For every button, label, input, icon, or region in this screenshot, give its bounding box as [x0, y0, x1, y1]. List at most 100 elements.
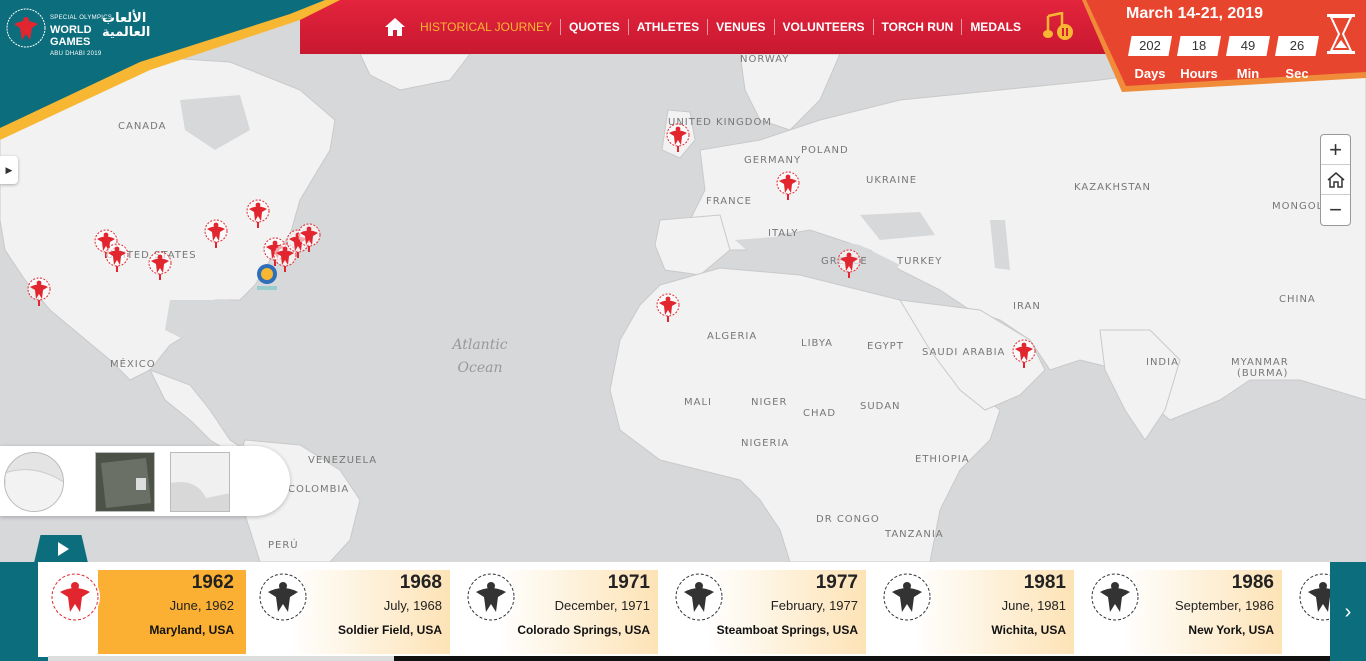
zoom-home-button[interactable] [1321, 165, 1350, 195]
countdown-sec-label: Sec [1285, 66, 1309, 81]
timeline-year: 1977 [815, 572, 858, 593]
special-olympics-icon [882, 572, 932, 622]
timeline-year: 1962 [191, 572, 234, 593]
main-nav: HISTORICAL JOURNEY QUOTES ATHLETES VENUE… [384, 0, 1029, 54]
basemap-switcher [0, 446, 290, 516]
location-marker-icon[interactable] [1011, 338, 1037, 368]
map-label-ukraine: UKRAINE [866, 175, 918, 186]
location-marker-icon[interactable] [665, 122, 691, 152]
timeline-next-button[interactable]: › [1336, 592, 1360, 632]
nav-historical-journey[interactable]: HISTORICAL JOURNEY [412, 19, 562, 35]
timeline-item-1981[interactable]: 1981 June, 1981 Wichita, USA [874, 570, 1074, 654]
event-countdown: March 14-21, 2019 202 18 49 26 Days Hour… [1082, 0, 1366, 92]
map-label-sudan: SUDAN [860, 401, 901, 412]
location-marker-icon[interactable] [775, 170, 801, 200]
map-label-mali: MALI [684, 397, 712, 408]
timeline-date: September, 1986 [1174, 598, 1274, 613]
timeline-place: Colorado Springs, USA [517, 623, 650, 637]
map-label-norway: NORWAY [740, 54, 790, 65]
map-label-nigeria: NIGERIA [741, 438, 790, 449]
timeline-item-1971[interactable]: 1971 December, 1971 Colorado Springs, USA [458, 570, 658, 654]
map-label-mexico: MÉXICO [110, 359, 156, 370]
nav-volunteers[interactable]: VOLUNTEERS [775, 19, 874, 35]
map-label-niger: NIGER [751, 397, 788, 408]
timeline-place: Maryland, USA [149, 623, 234, 637]
nav-venues[interactable]: VENUES [708, 19, 775, 35]
location-marker-icon[interactable] [655, 292, 681, 322]
timeline-bar: 1962 June, 1962 Maryland, USA 1968 July, 196… [0, 562, 1366, 661]
zoom-in-button[interactable]: + [1321, 135, 1350, 165]
map-label-turkey: TURKEY [897, 256, 943, 267]
countdown-hours-value: 18 [1177, 36, 1221, 56]
special-olympics-icon [258, 572, 308, 622]
special-olympics-icon [466, 572, 516, 622]
side-panel-toggle[interactable]: ▶ [0, 156, 18, 184]
map-label-burma: (BURMA) [1237, 368, 1289, 379]
timeline-date: June, 1962 [169, 598, 234, 613]
map-label-mongolia: MONGOL [1272, 201, 1324, 212]
map-label-algeria: ALGERIA [707, 331, 758, 342]
timeline-item-1968[interactable]: 1968 July, 1968 Soldier Field, USA [250, 570, 450, 654]
countdown-sec-value: 26 [1275, 36, 1319, 56]
timeline-place: New York, USA [1188, 623, 1274, 637]
map-label-libya: LIBYA [801, 338, 834, 349]
location-marker-icon[interactable] [104, 242, 130, 272]
countdown-days-label: Days [1134, 66, 1166, 81]
map-label-kazakhstan: KAZAKHSTAN [1074, 182, 1151, 193]
home-outline-icon [1327, 171, 1344, 188]
home-icon[interactable] [384, 16, 406, 38]
map-label-italy: ITALY [768, 228, 799, 239]
play-icon [57, 542, 69, 556]
timeline-date: December, 1971 [554, 598, 650, 613]
location-marker-icon[interactable] [296, 222, 322, 252]
basemap-gray-option[interactable] [4, 452, 64, 512]
special-olympics-icon [1090, 572, 1140, 622]
map-label-saudi-arabia: SAUDI ARABIA [922, 347, 1006, 358]
timeline-play-button[interactable] [34, 535, 88, 563]
location-marker-icon[interactable] [836, 248, 862, 278]
timeline-scrollbar-thumb[interactable] [48, 656, 394, 661]
map-label-dr-congo: DR CONGO [816, 514, 880, 525]
location-marker-icon[interactable] [26, 276, 52, 306]
map-label-germany: GERMANY [744, 155, 802, 166]
timeline-item-1962[interactable]: 1962 June, 1962 Maryland, USA [42, 570, 246, 654]
map-label-colombia: COLOMBIA [288, 484, 350, 495]
nav-athletes[interactable]: ATHLETES [629, 19, 709, 35]
highlighted-location-marker-icon[interactable] [254, 262, 280, 292]
timeline-date: June, 1981 [1001, 598, 1066, 613]
music-pause-icon[interactable] [1042, 12, 1076, 42]
countdown-min-label: Min [1236, 66, 1260, 81]
location-marker-icon[interactable] [147, 250, 173, 280]
timeline-item-1977[interactable]: 1977 February, 1977 Steamboat Springs, USA [666, 570, 866, 654]
timeline-year: 1968 [399, 572, 442, 593]
special-olympics-logo-icon[interactable] [6, 8, 46, 48]
map-label-poland: POLAND [801, 145, 849, 156]
timeline-item-partial[interactable] [1290, 570, 1330, 654]
location-marker-icon[interactable] [203, 218, 229, 248]
basemap-light-option[interactable] [170, 452, 230, 512]
timeline-place: Soldier Field, USA [337, 623, 442, 637]
basemap-satellite-option[interactable] [95, 452, 155, 512]
zoom-out-button[interactable]: − [1321, 195, 1350, 225]
special-olympics-icon [50, 572, 100, 622]
countdown-hours-label: Hours [1180, 66, 1218, 81]
location-marker-icon[interactable] [245, 198, 271, 228]
logo-text-arabic: الألعاب العالمية [102, 10, 151, 39]
timeline-item-1986[interactable]: 1986 September, 1986 New York, USA [1082, 570, 1282, 654]
map-label-peru: PERÚ [268, 540, 299, 551]
map-label-chad: CHAD [803, 408, 837, 419]
special-olympics-icon [1298, 572, 1330, 622]
timeline-date: February, 1977 [770, 598, 858, 613]
map-label-egypt: EGYPT [867, 341, 904, 352]
nav-torch-run[interactable]: TORCH RUN [874, 19, 963, 35]
countdown-days-value: 202 [1128, 36, 1172, 56]
map-label-france: FRANCE [706, 196, 752, 207]
timeline-date: July, 1968 [383, 598, 442, 613]
ocean-label-atlantic: Atlantic Ocean [452, 337, 508, 376]
map-label-china: CHINA [1279, 294, 1316, 305]
nav-quotes[interactable]: QUOTES [561, 19, 629, 35]
nav-medals[interactable]: MEDALS [962, 19, 1029, 35]
hourglass-icon [1327, 14, 1355, 54]
zoom-controls: + − [1320, 134, 1351, 226]
timeline-scrollbar-track[interactable] [394, 656, 1330, 661]
